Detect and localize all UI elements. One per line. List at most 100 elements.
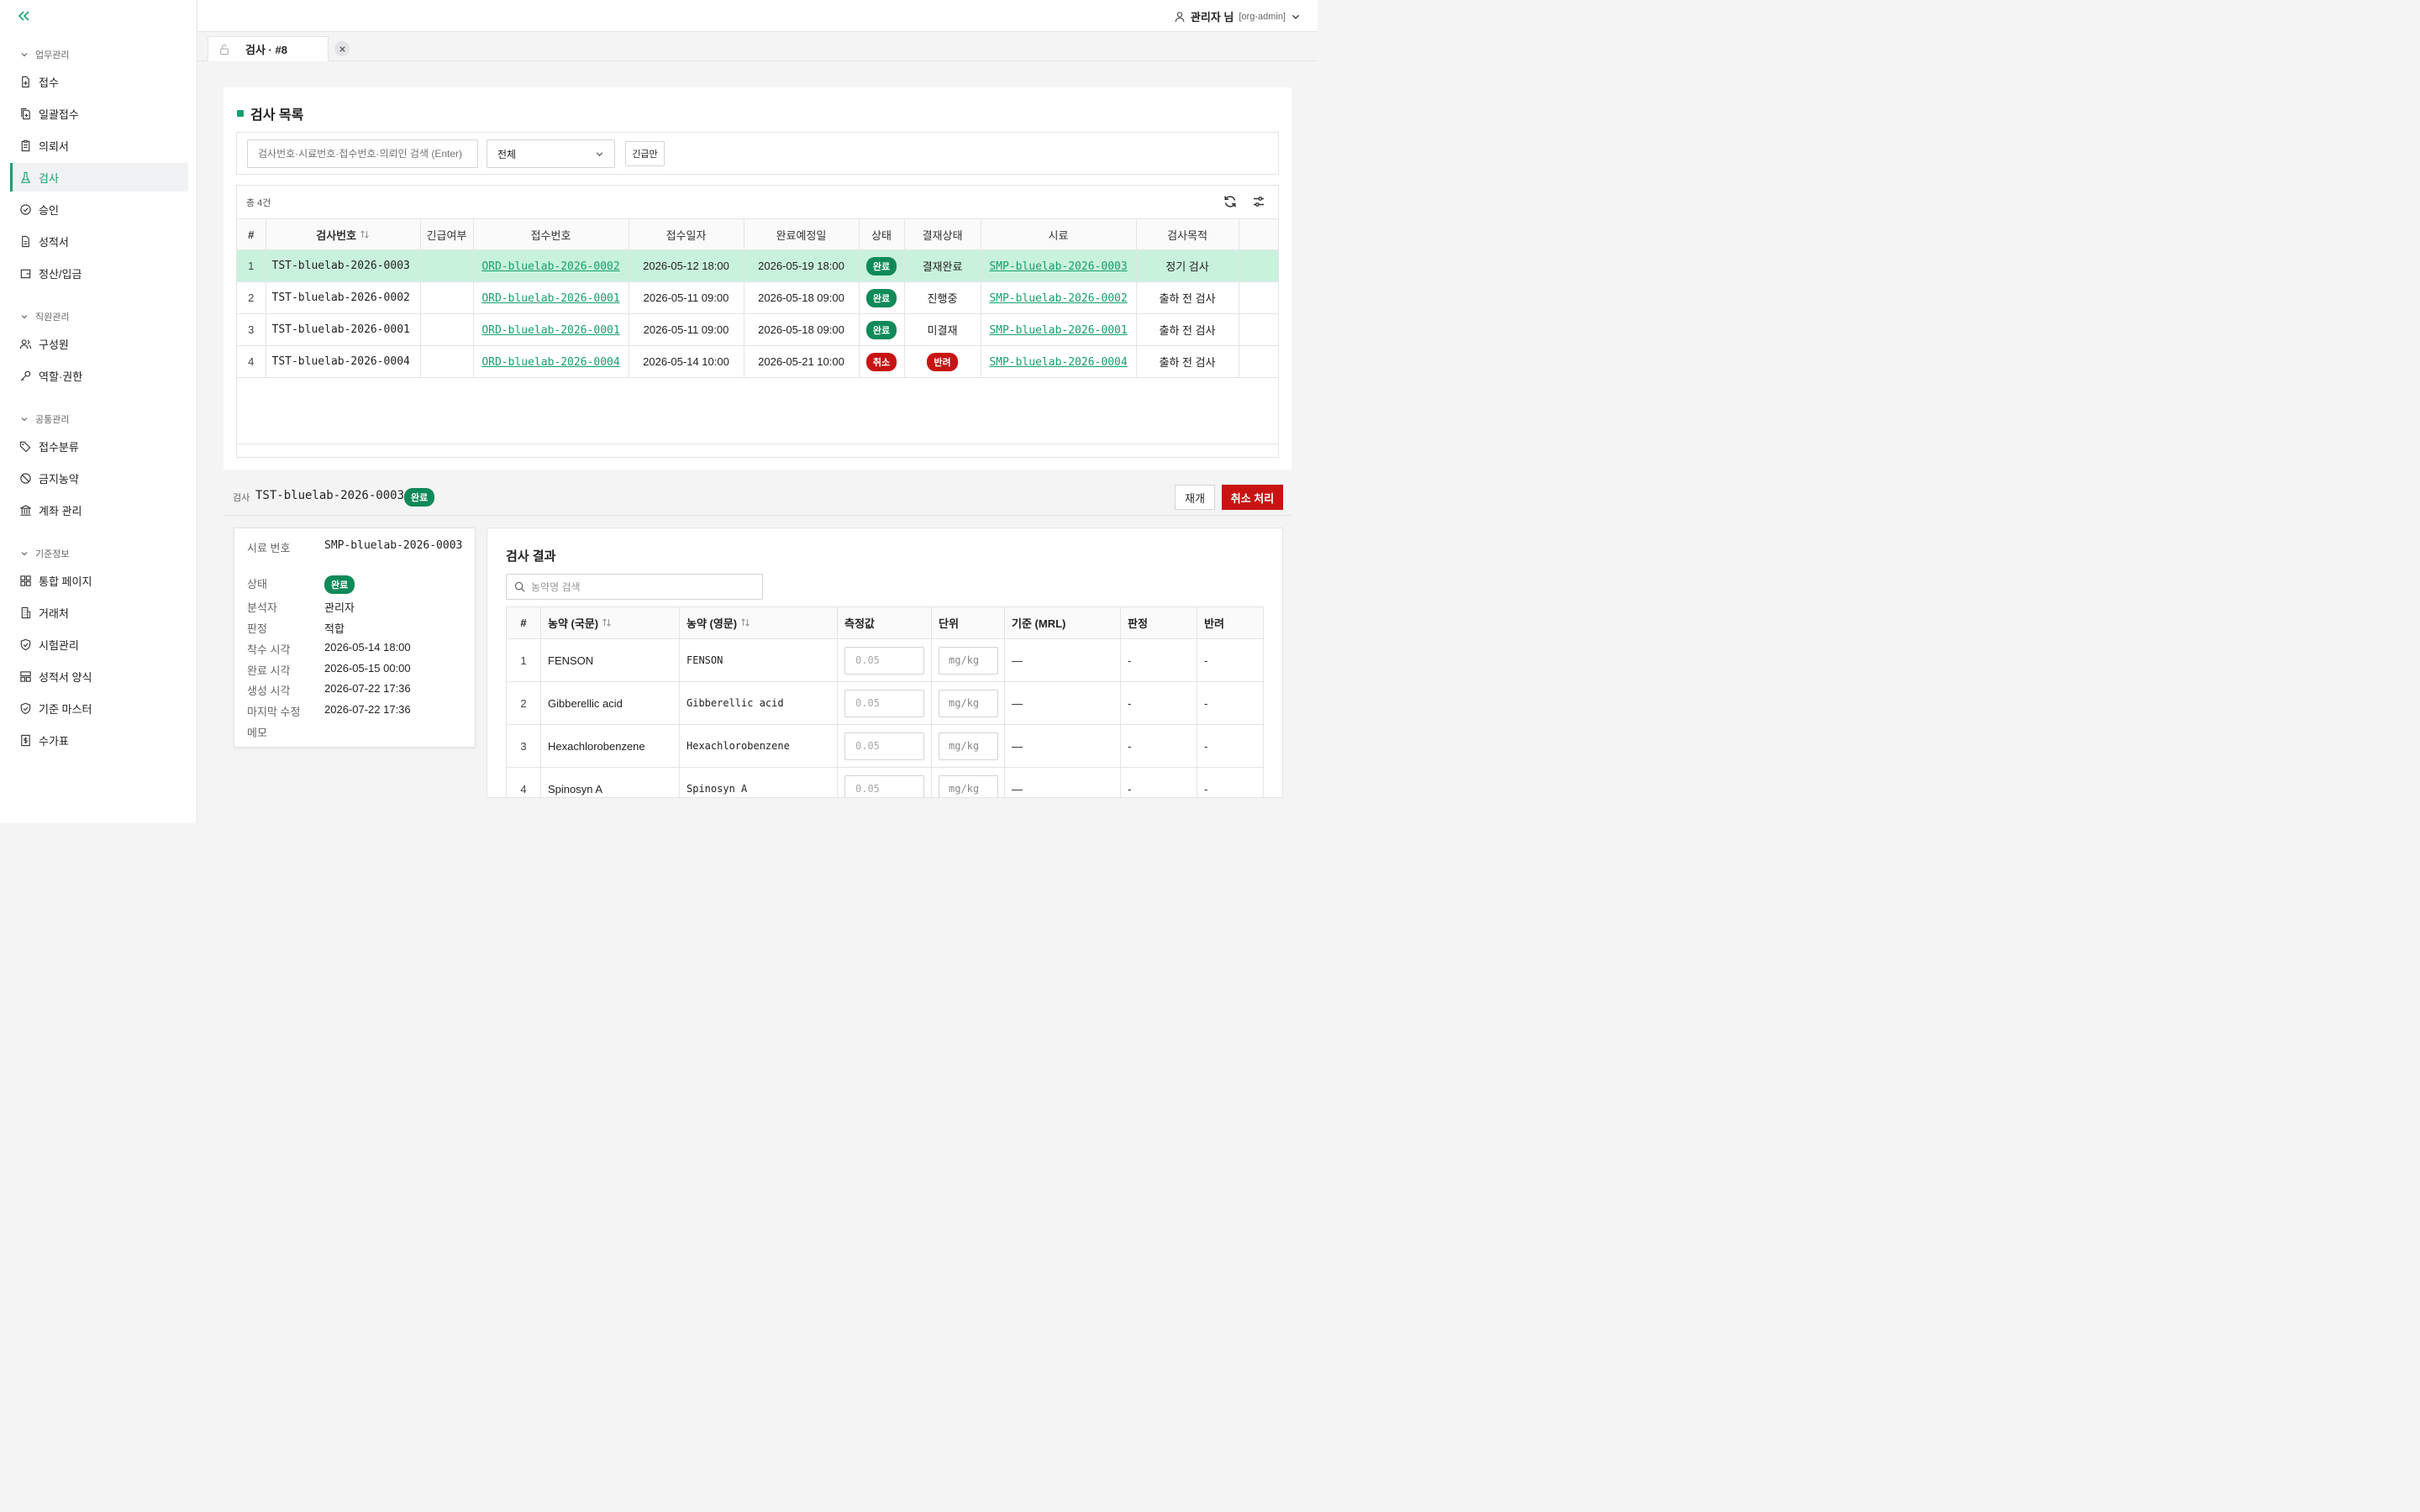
pesticide-search-placeholder: 농약명 검색 bbox=[531, 581, 581, 593]
cell-overflow bbox=[1239, 249, 1278, 282]
sidebar-item-reception-category[interactable]: 접수분류 bbox=[10, 432, 188, 460]
sidebar-item-bulk-reception[interactable]: 일괄접수 bbox=[10, 99, 188, 128]
sidebar-item-clients[interactable]: 거래처 bbox=[10, 598, 188, 627]
pesticide-search-input[interactable]: 농약명 검색 bbox=[506, 574, 763, 600]
refresh-icon[interactable] bbox=[1223, 194, 1238, 209]
sidebar-item-report-template[interactable]: 성적서 양식 bbox=[10, 662, 188, 690]
cell-no: 2 bbox=[237, 281, 266, 314]
sidebar-item-price-list[interactable]: 수가표 bbox=[10, 726, 188, 754]
sort-icon[interactable] bbox=[602, 617, 612, 627]
measure-input[interactable]: 0.05 bbox=[844, 646, 924, 675]
cell-test-no: TST-bluelab-2026-0003 bbox=[266, 249, 421, 282]
group-title-staff[interactable]: 직원관리 bbox=[20, 310, 69, 323]
user-menu[interactable]: 관리자 님 [org-admin] bbox=[1174, 8, 1301, 24]
cell-received: 2026-05-11 09:00 bbox=[629, 313, 744, 346]
test-list-panel: 검사 목록 전체 긴급만 총 4건 # 검사번호 긴급여부 접수번호 접수일자 bbox=[224, 87, 1292, 470]
res-cell-mrl: — bbox=[1004, 724, 1121, 768]
res-col-name-kr[interactable]: 농약 (국문) bbox=[540, 606, 680, 639]
sample-link[interactable]: SMP-bluelab-2026-0003 bbox=[989, 260, 1127, 273]
col-header-status: 상태 bbox=[859, 218, 905, 250]
panel-title-text: 검사 목록 bbox=[250, 108, 304, 123]
table-row[interactable]: 4 TST-bluelab-2026-0004 ORD-bluelab-2026… bbox=[237, 345, 1278, 378]
res-cell-name-en: Hexachlorobenzene bbox=[679, 724, 838, 768]
top-bar: 관리자 님 [org-admin] bbox=[197, 0, 1318, 32]
sidebar-item-test-management[interactable]: 시험관리 bbox=[10, 630, 188, 659]
order-link[interactable]: ORD-bluelab-2026-0004 bbox=[481, 356, 619, 369]
collapse-sidebar-icon[interactable] bbox=[17, 8, 30, 24]
status-filter-select[interactable]: 전체 bbox=[487, 139, 615, 168]
sidebar-item-approval[interactable]: 승인 bbox=[10, 195, 188, 223]
res-cell-mrl: — bbox=[1004, 767, 1121, 797]
table-row[interactable]: 3 TST-bluelab-2026-0001 ORD-bluelab-2026… bbox=[237, 313, 1278, 346]
wallet-icon bbox=[20, 269, 31, 278]
sort-icon[interactable] bbox=[360, 229, 370, 239]
sidebar-item-accounts[interactable]: 계좌 관리 bbox=[10, 496, 188, 524]
sidebar-item-settlement[interactable]: 정산/입금 bbox=[10, 259, 188, 287]
cell-due: 2026-05-21 10:00 bbox=[744, 345, 860, 378]
sidebar-item-label: 성적서 양식 bbox=[39, 670, 92, 684]
measure-input[interactable]: 0.05 bbox=[844, 689, 924, 717]
detail-status-badge: 완료 bbox=[404, 488, 435, 507]
test-list-grid: # 검사번호 긴급여부 접수번호 접수일자 완료예정일 상태 결재상태 시료 검… bbox=[237, 218, 1278, 378]
sample-link[interactable]: SMP-bluelab-2026-0001 bbox=[989, 324, 1127, 337]
order-link[interactable]: ORD-bluelab-2026-0001 bbox=[481, 292, 619, 305]
resume-button[interactable]: 재개 bbox=[1175, 485, 1215, 510]
sidebar-item-standard-master[interactable]: 기준 마스터 bbox=[10, 694, 188, 722]
sidebar-item-request[interactable]: 의뢰서 bbox=[10, 131, 188, 160]
res-col-measure: 측정값 bbox=[837, 606, 932, 639]
close-icon bbox=[339, 45, 345, 52]
sort-icon[interactable] bbox=[740, 617, 750, 627]
res-col-unit: 단위 bbox=[931, 606, 1005, 639]
tab-bar: 검사 · #8 bbox=[197, 32, 1318, 61]
group-title-master[interactable]: 기준정보 bbox=[20, 547, 69, 560]
column-settings-icon[interactable] bbox=[1251, 194, 1266, 209]
info-verdict: 적합 bbox=[324, 622, 345, 635]
check-circle-icon bbox=[20, 203, 31, 215]
res-col-name-en[interactable]: 농약 (영문) bbox=[679, 606, 838, 639]
sidebar-item-report[interactable]: 성적서 bbox=[10, 227, 188, 255]
cell-due: 2026-05-18 09:00 bbox=[744, 281, 860, 314]
tab-close-button[interactable] bbox=[334, 41, 350, 56]
shield-check-icon bbox=[20, 638, 31, 650]
detail-label: 검사 bbox=[233, 493, 250, 503]
sample-link[interactable]: SMP-bluelab-2026-0002 bbox=[989, 292, 1127, 305]
horizontal-scrollbar[interactable] bbox=[237, 444, 1278, 457]
sample-link[interactable]: SMP-bluelab-2026-0004 bbox=[989, 356, 1127, 369]
status-badge: 완료 bbox=[865, 256, 897, 276]
sidebar-item-label: 역할·권한 bbox=[39, 370, 83, 383]
table-row[interactable]: 1 TST-bluelab-2026-0003 ORD-bluelab-2026… bbox=[237, 249, 1278, 282]
tab-test-8[interactable]: 검사 · #8 bbox=[208, 36, 329, 61]
urgent-only-button[interactable]: 긴급만 bbox=[625, 141, 665, 166]
res-cell-reject: - bbox=[1197, 724, 1264, 768]
sidebar-item-roles[interactable]: 역할·권한 bbox=[10, 361, 188, 390]
unit-input[interactable]: mg/kg bbox=[939, 646, 998, 675]
sidebar-item-banned-pesticides[interactable]: 금지농약 bbox=[10, 464, 188, 492]
sidebar-item-test[interactable]: 검사 bbox=[10, 163, 188, 192]
total-count: 총 4건 bbox=[246, 198, 271, 208]
measure-input[interactable]: 0.05 bbox=[844, 732, 924, 760]
sidebar-item-integrated[interactable]: 통합 페이지 bbox=[10, 566, 188, 595]
order-link[interactable]: ORD-bluelab-2026-0002 bbox=[481, 260, 619, 273]
unit-input[interactable]: mg/kg bbox=[939, 732, 998, 760]
clipboard-icon bbox=[21, 139, 30, 151]
group-title-common[interactable]: 공통관리 bbox=[20, 412, 69, 426]
measure-input[interactable]: 0.05 bbox=[844, 774, 924, 797]
res-col-label: 농약 (국문) bbox=[548, 617, 599, 630]
search-input[interactable] bbox=[247, 139, 478, 168]
cancel-process-button[interactable]: 취소 처리 bbox=[1222, 485, 1283, 510]
res-cell-name-kr: Gibberellic acid bbox=[540, 681, 680, 725]
col-header-sample: 시료 bbox=[981, 218, 1137, 250]
group-title-work[interactable]: 업무관리 bbox=[20, 48, 69, 61]
test-results-card: 검사 결과 농약명 검색 # 농약 (국문) 농약 (영문) 측정값 단위 기준… bbox=[487, 528, 1283, 798]
info-label: 완료 시각 bbox=[247, 664, 291, 677]
info-label: 분석자 bbox=[247, 601, 277, 614]
unit-input[interactable]: mg/kg bbox=[939, 774, 998, 797]
unit-input[interactable]: mg/kg bbox=[939, 689, 998, 717]
sidebar-item-reception[interactable]: 접수 bbox=[10, 67, 188, 96]
table-row[interactable]: 2 TST-bluelab-2026-0002 ORD-bluelab-2026… bbox=[237, 281, 1278, 314]
col-header-test-no[interactable]: 검사번호 bbox=[266, 218, 421, 250]
unlock-icon[interactable] bbox=[218, 44, 230, 55]
sidebar-item-members[interactable]: 구성원 bbox=[10, 329, 188, 358]
filter-bar: 전체 긴급만 bbox=[236, 132, 1279, 175]
order-link[interactable]: ORD-bluelab-2026-0001 bbox=[481, 324, 619, 337]
